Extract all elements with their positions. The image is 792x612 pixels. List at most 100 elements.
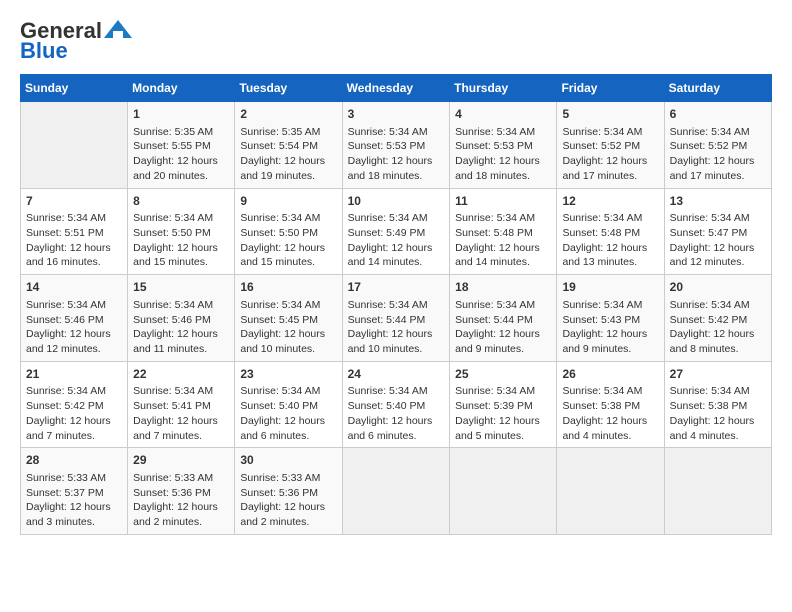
- week-row-4: 21Sunrise: 5:34 AMSunset: 5:42 PMDayligh…: [21, 361, 772, 448]
- day-info: and 17 minutes.: [562, 169, 658, 184]
- day-info: Sunset: 5:44 PM: [455, 313, 551, 328]
- day-info: Sunset: 5:38 PM: [670, 399, 766, 414]
- day-info: Sunrise: 5:35 AM: [240, 125, 336, 140]
- calendar-cell: 12Sunrise: 5:34 AMSunset: 5:48 PMDayligh…: [557, 188, 664, 275]
- day-info: Daylight: 12 hours: [348, 154, 445, 169]
- day-info: Daylight: 12 hours: [133, 154, 229, 169]
- day-number: 28: [26, 452, 122, 469]
- day-info: Daylight: 12 hours: [348, 414, 445, 429]
- logo: General Blue: [20, 20, 132, 64]
- day-info: Sunset: 5:36 PM: [240, 486, 336, 501]
- calendar-cell: [21, 102, 128, 189]
- header-day-sunday: Sunday: [21, 75, 128, 102]
- logo-icon: [104, 20, 132, 38]
- week-row-1: 1Sunrise: 5:35 AMSunset: 5:55 PMDaylight…: [21, 102, 772, 189]
- calendar-cell: [342, 448, 450, 535]
- day-info: Sunrise: 5:34 AM: [348, 298, 445, 313]
- day-info: Sunrise: 5:34 AM: [348, 211, 445, 226]
- calendar-cell: 17Sunrise: 5:34 AMSunset: 5:44 PMDayligh…: [342, 275, 450, 362]
- day-info: Sunrise: 5:34 AM: [240, 384, 336, 399]
- day-number: 7: [26, 193, 122, 210]
- day-info: Daylight: 12 hours: [26, 241, 122, 256]
- day-info: Sunrise: 5:34 AM: [455, 211, 551, 226]
- day-number: 9: [240, 193, 336, 210]
- day-number: 17: [348, 279, 445, 296]
- day-info: Daylight: 12 hours: [26, 500, 122, 515]
- day-info: Daylight: 12 hours: [133, 241, 229, 256]
- day-info: Sunset: 5:55 PM: [133, 139, 229, 154]
- day-info: Daylight: 12 hours: [455, 241, 551, 256]
- calendar-cell: 22Sunrise: 5:34 AMSunset: 5:41 PMDayligh…: [128, 361, 235, 448]
- day-number: 5: [562, 106, 658, 123]
- calendar-body: 1Sunrise: 5:35 AMSunset: 5:55 PMDaylight…: [21, 102, 772, 535]
- day-info: Daylight: 12 hours: [670, 154, 766, 169]
- day-info: Sunset: 5:48 PM: [455, 226, 551, 241]
- calendar-cell: 9Sunrise: 5:34 AMSunset: 5:50 PMDaylight…: [235, 188, 342, 275]
- calendar-cell: 10Sunrise: 5:34 AMSunset: 5:49 PMDayligh…: [342, 188, 450, 275]
- day-info: Daylight: 12 hours: [133, 414, 229, 429]
- week-row-5: 28Sunrise: 5:33 AMSunset: 5:37 PMDayligh…: [21, 448, 772, 535]
- day-info: and 5 minutes.: [455, 429, 551, 444]
- day-info: Sunset: 5:46 PM: [133, 313, 229, 328]
- day-number: 11: [455, 193, 551, 210]
- day-number: 4: [455, 106, 551, 123]
- day-info: Sunrise: 5:35 AM: [133, 125, 229, 140]
- calendar-cell: 21Sunrise: 5:34 AMSunset: 5:42 PMDayligh…: [21, 361, 128, 448]
- day-number: 20: [670, 279, 766, 296]
- day-number: 24: [348, 366, 445, 383]
- header-day-friday: Friday: [557, 75, 664, 102]
- day-number: 19: [562, 279, 658, 296]
- day-info: Sunset: 5:36 PM: [133, 486, 229, 501]
- calendar-cell: 20Sunrise: 5:34 AMSunset: 5:42 PMDayligh…: [664, 275, 771, 362]
- day-info: Sunrise: 5:34 AM: [348, 384, 445, 399]
- day-info: Sunset: 5:50 PM: [133, 226, 229, 241]
- calendar-cell: 26Sunrise: 5:34 AMSunset: 5:38 PMDayligh…: [557, 361, 664, 448]
- day-info: Daylight: 12 hours: [562, 154, 658, 169]
- day-info: and 7 minutes.: [26, 429, 122, 444]
- day-info: Daylight: 12 hours: [348, 327, 445, 342]
- day-info: Sunrise: 5:34 AM: [348, 125, 445, 140]
- day-info: Sunset: 5:53 PM: [455, 139, 551, 154]
- day-info: and 9 minutes.: [455, 342, 551, 357]
- day-info: and 14 minutes.: [455, 255, 551, 270]
- day-info: Sunrise: 5:33 AM: [26, 471, 122, 486]
- calendar-cell: 3Sunrise: 5:34 AMSunset: 5:53 PMDaylight…: [342, 102, 450, 189]
- day-info: Sunset: 5:52 PM: [670, 139, 766, 154]
- day-info: and 15 minutes.: [133, 255, 229, 270]
- calendar-cell: 24Sunrise: 5:34 AMSunset: 5:40 PMDayligh…: [342, 361, 450, 448]
- day-info: Daylight: 12 hours: [26, 414, 122, 429]
- day-number: 25: [455, 366, 551, 383]
- day-info: and 19 minutes.: [240, 169, 336, 184]
- day-number: 3: [348, 106, 445, 123]
- day-number: 2: [240, 106, 336, 123]
- day-info: Sunset: 5:48 PM: [562, 226, 658, 241]
- day-number: 6: [670, 106, 766, 123]
- calendar-cell: 29Sunrise: 5:33 AMSunset: 5:36 PMDayligh…: [128, 448, 235, 535]
- day-number: 27: [670, 366, 766, 383]
- day-info: Sunset: 5:40 PM: [240, 399, 336, 414]
- day-info: and 6 minutes.: [240, 429, 336, 444]
- day-number: 18: [455, 279, 551, 296]
- day-info: Sunrise: 5:34 AM: [562, 211, 658, 226]
- day-info: Sunset: 5:47 PM: [670, 226, 766, 241]
- day-info: Sunrise: 5:34 AM: [670, 384, 766, 399]
- day-info: and 2 minutes.: [240, 515, 336, 530]
- day-info: Daylight: 12 hours: [240, 500, 336, 515]
- day-number: 14: [26, 279, 122, 296]
- day-info: Sunset: 5:46 PM: [26, 313, 122, 328]
- calendar-cell: 23Sunrise: 5:34 AMSunset: 5:40 PMDayligh…: [235, 361, 342, 448]
- day-info: and 4 minutes.: [562, 429, 658, 444]
- week-row-2: 7Sunrise: 5:34 AMSunset: 5:51 PMDaylight…: [21, 188, 772, 275]
- day-info: Daylight: 12 hours: [240, 154, 336, 169]
- calendar-table: SundayMondayTuesdayWednesdayThursdayFrid…: [20, 74, 772, 535]
- header-day-monday: Monday: [128, 75, 235, 102]
- day-info: Sunrise: 5:34 AM: [562, 384, 658, 399]
- day-info: Sunset: 5:50 PM: [240, 226, 336, 241]
- day-info: Daylight: 12 hours: [670, 327, 766, 342]
- day-info: and 9 minutes.: [562, 342, 658, 357]
- day-info: and 3 minutes.: [26, 515, 122, 530]
- calendar-cell: 6Sunrise: 5:34 AMSunset: 5:52 PMDaylight…: [664, 102, 771, 189]
- calendar-cell: 7Sunrise: 5:34 AMSunset: 5:51 PMDaylight…: [21, 188, 128, 275]
- day-info: Daylight: 12 hours: [455, 154, 551, 169]
- day-info: Daylight: 12 hours: [26, 327, 122, 342]
